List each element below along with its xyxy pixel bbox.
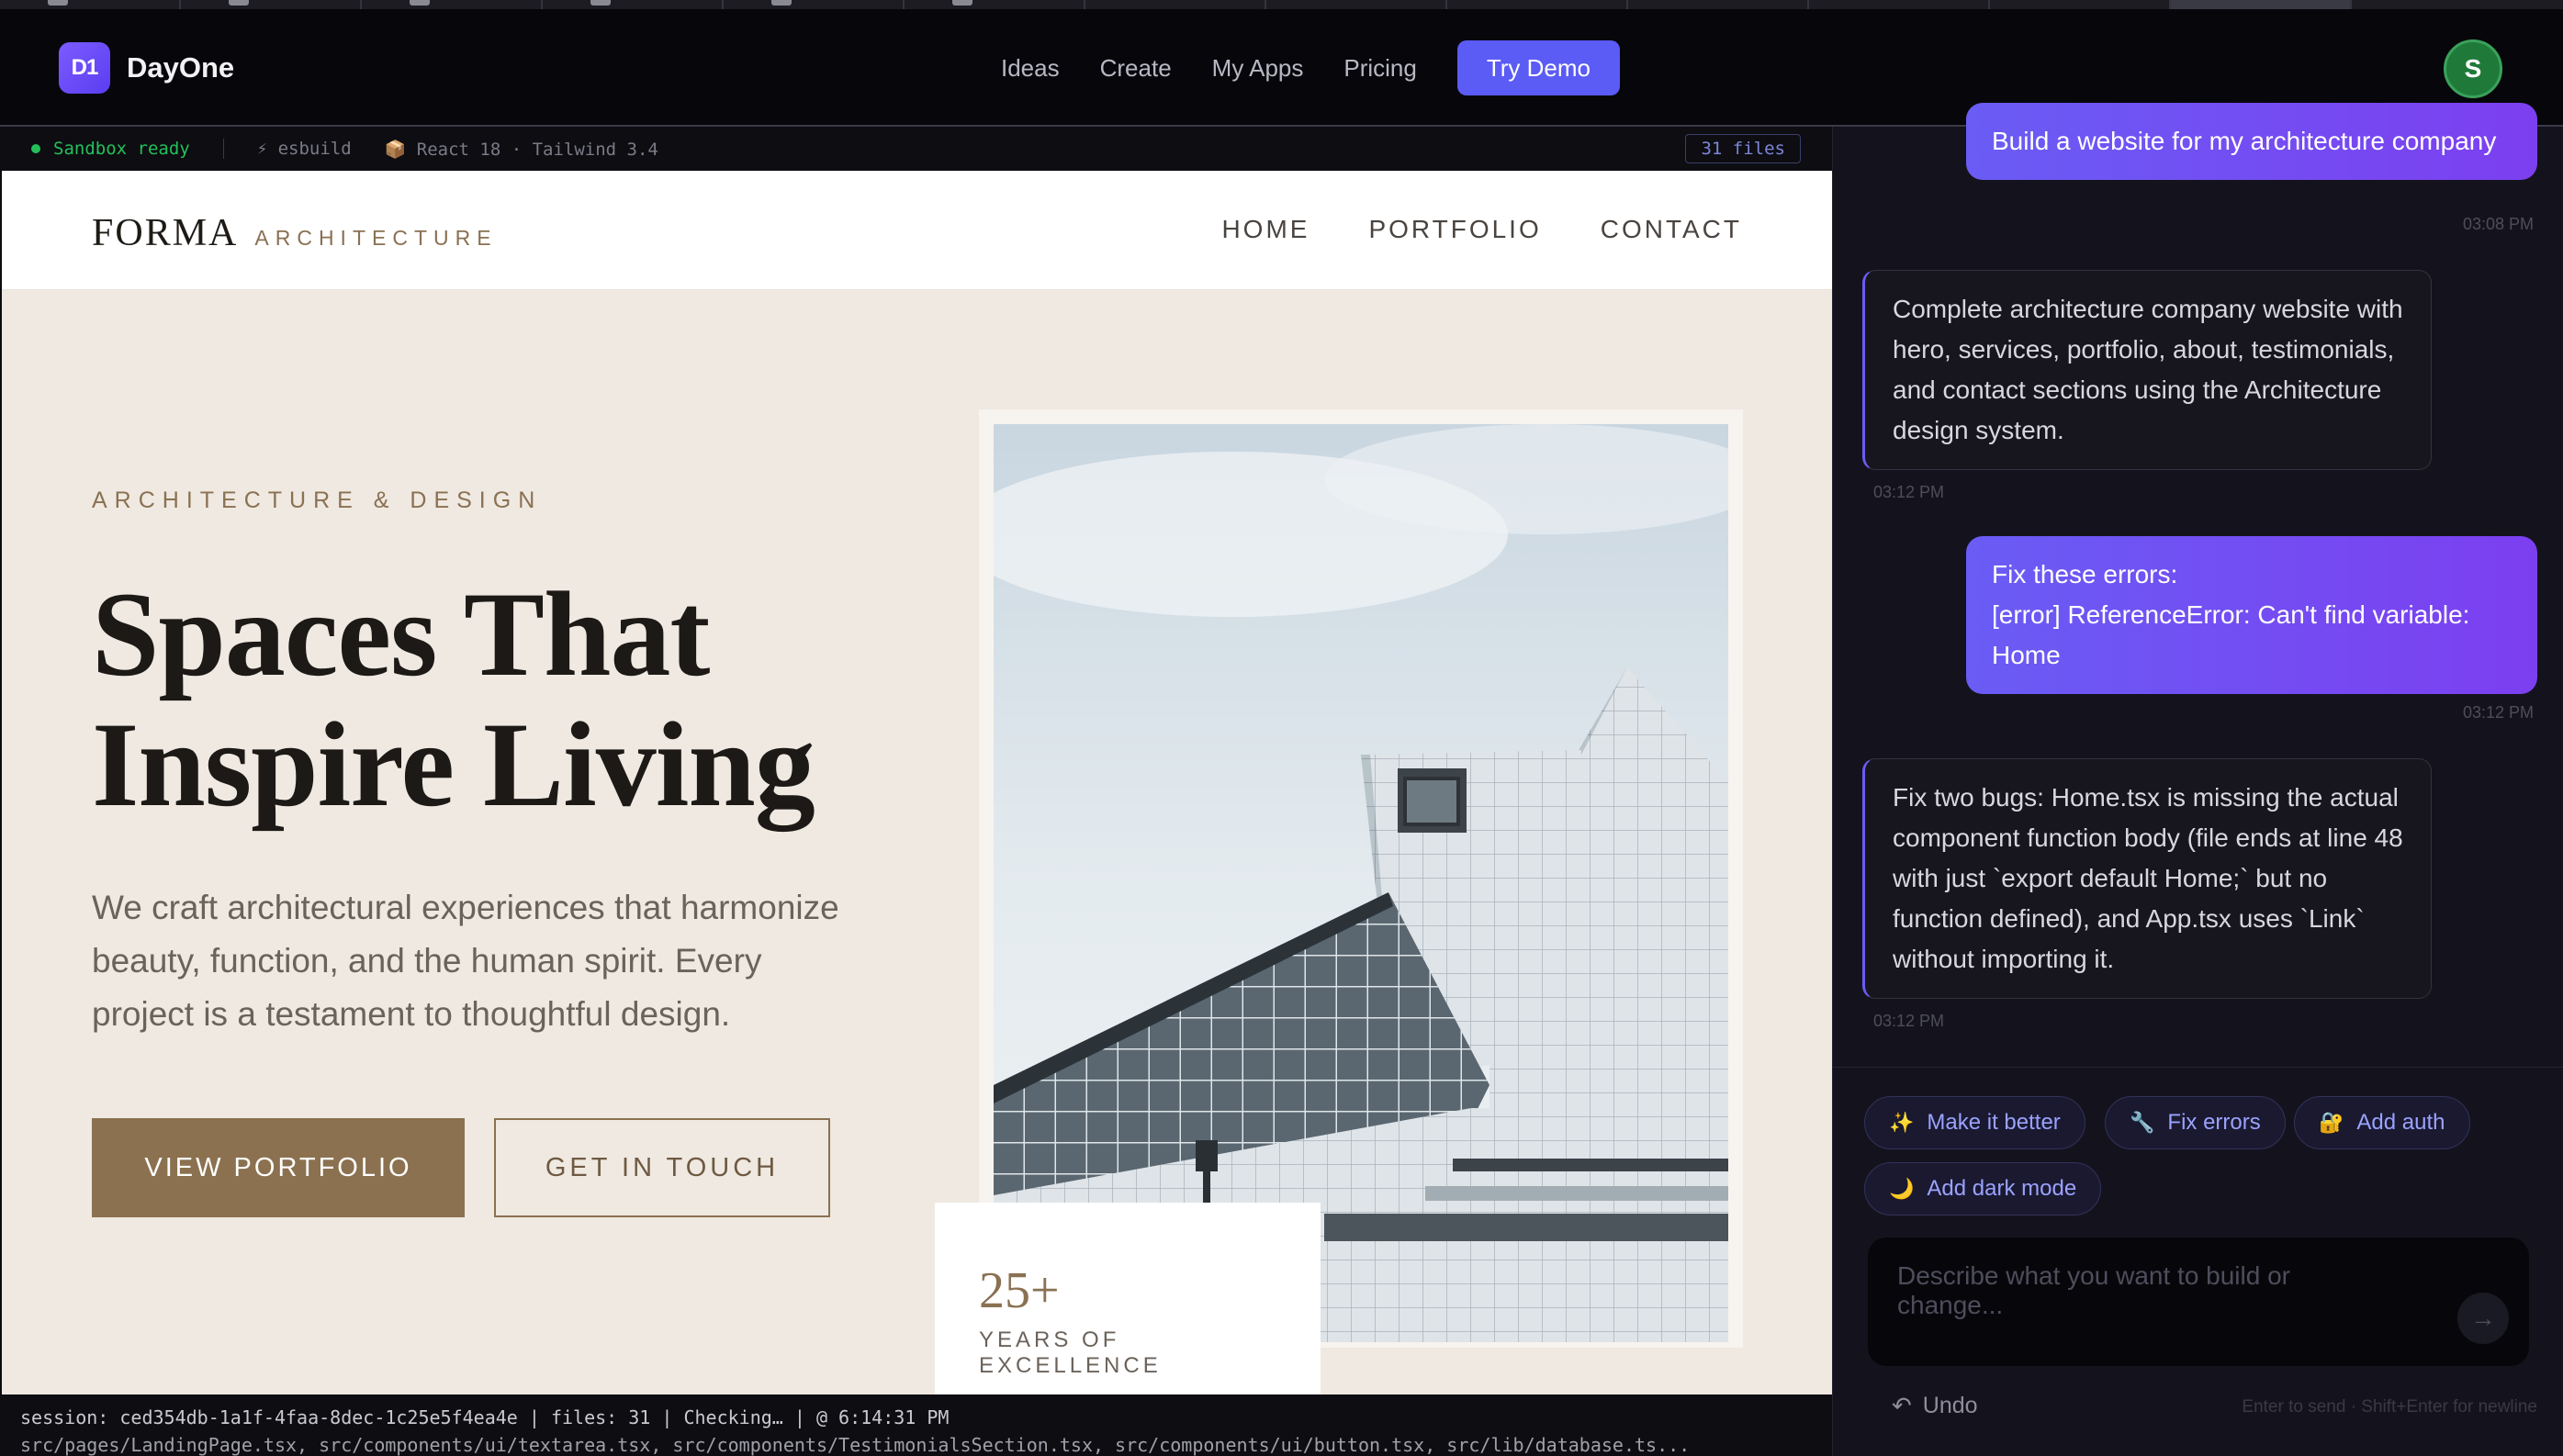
files-count-badge[interactable]: 31 files	[1685, 134, 1801, 163]
moon-icon: 🌙	[1889, 1177, 1915, 1200]
site-nav: HOME PORTFOLIO CONTACT	[1163, 215, 1742, 244]
hero-content: ARCHITECTURE & DESIGN Spaces That Inspir…	[92, 487, 900, 1217]
bundler-label: ⚡ esbuild	[256, 139, 352, 159]
stack-label: 📦 React 18 · Tailwind 3.4	[384, 139, 658, 160]
sparkles-icon: ✨	[1889, 1111, 1915, 1134]
hero-title-line2: Inspire Living	[92, 697, 815, 832]
suggestion-add-dark-mode[interactable]: 🌙 Add dark mode	[1864, 1162, 2102, 1215]
nav-link-create[interactable]: Create	[1100, 54, 1172, 83]
browser-tab[interactable]	[1990, 0, 2171, 9]
chat-message-assistant: Complete architecture company website wi…	[1862, 270, 2432, 470]
chat-composer: →	[1868, 1238, 2529, 1366]
browser-tab[interactable]	[905, 0, 1085, 9]
site-brand[interactable]: FORMA ARCHITECTURE	[92, 211, 498, 255]
divider	[222, 139, 224, 159]
browser-tab[interactable]	[1085, 0, 1266, 9]
app-logo[interactable]: D1 DayOne	[59, 42, 234, 94]
site-nav-portfolio[interactable]: PORTFOLIO	[1368, 215, 1541, 244]
chat-message-text: Fix two bugs: Home.tsx is missing the ac…	[1893, 783, 2403, 973]
status-dot-icon	[31, 144, 40, 153]
site-preview: FORMA ARCHITECTURE HOME PORTFOLIO CONTAC…	[2, 171, 1832, 1394]
brand-subtitle: ARCHITECTURE	[254, 226, 498, 250]
chat-message-text: [error] ReferenceError: Can't find varia…	[1992, 600, 2470, 669]
message-timestamp: 03:12 PM	[2462, 703, 2534, 722]
nav-link-pricing[interactable]: Pricing	[1343, 54, 1416, 83]
chat-message-user: Build a website for my architecture comp…	[1966, 103, 2537, 180]
browser-tab[interactable]	[1809, 0, 1990, 9]
user-avatar[interactable]: S	[2444, 39, 2502, 98]
composer-hint: Enter to send · Shift+Enter for newline	[2242, 1397, 2537, 1417]
message-timestamp: 03:08 PM	[2462, 215, 2534, 233]
chip-label: Add dark mode	[1927, 1176, 2077, 1201]
site-header: FORMA ARCHITECTURE HOME PORTFOLIO CONTAC…	[2, 171, 1832, 290]
view-portfolio-button[interactable]: VIEW PORTFOLIO	[92, 1118, 465, 1217]
suggestion-fix-errors[interactable]: 🔧 Fix errors	[2105, 1096, 2286, 1149]
browser-tab[interactable]	[543, 0, 724, 9]
nav-link-my-apps[interactable]: My Apps	[1212, 54, 1304, 83]
lock-icon: 🔐	[2319, 1111, 2344, 1134]
stat-label: YEARS OF EXCELLENCE	[979, 1327, 1162, 1378]
chat-message-user: Fix these errors: [error] ReferenceError…	[1966, 536, 2537, 694]
browser-tab-active[interactable]	[2171, 0, 2352, 9]
logo-mark-icon: D1	[59, 42, 110, 94]
browser-tab[interactable]	[362, 0, 543, 9]
hero-title-line1: Spaces That	[92, 566, 710, 701]
send-button[interactable]: →	[2457, 1293, 2509, 1344]
message-timestamp: 03:12 PM	[1873, 1012, 1945, 1030]
browser-tab-strip	[0, 0, 2563, 9]
browser-tab[interactable]	[1628, 0, 1809, 9]
prompt-input[interactable]	[1868, 1238, 2419, 1329]
wrench-icon: 🔧	[2130, 1111, 2155, 1134]
sandbox-status: Sandbox ready	[53, 139, 190, 159]
chip-label: Add auth	[2356, 1110, 2445, 1135]
divider	[1833, 1067, 2563, 1068]
undo-icon: ↶	[1892, 1392, 1912, 1419]
try-demo-button[interactable]: Try Demo	[1456, 40, 1621, 95]
undo-label: Undo	[1922, 1393, 1978, 1418]
chat-message-text: Complete architecture company website wi…	[1893, 295, 2403, 444]
site-nav-home[interactable]: HOME	[1221, 215, 1310, 244]
logo-text: DayOne	[127, 51, 235, 84]
hero-title: Spaces That Inspire Living	[92, 569, 900, 830]
hero-eyebrow: ARCHITECTURE & DESIGN	[92, 487, 543, 513]
session-info: session: ced354db-1a1f-4faa-8dec-1c25e5f…	[20, 1406, 950, 1428]
browser-tab[interactable]	[724, 0, 905, 9]
browser-tab[interactable]	[181, 0, 362, 9]
browser-tab[interactable]	[1266, 0, 1447, 9]
stat-card: 25+ YEARS OF EXCELLENCE	[935, 1203, 1321, 1394]
undo-button[interactable]: ↶ Undo	[1892, 1392, 1978, 1420]
sandbox-status-bar: Sandbox ready ⚡ esbuild 📦 React 18 · Tai…	[0, 127, 1832, 171]
suggestion-add-auth[interactable]: 🔐 Add auth	[2294, 1096, 2470, 1149]
changed-files-list: src/pages/LandingPage.tsx, src/component…	[20, 1434, 1691, 1456]
chip-label: Make it better	[1927, 1110, 2061, 1135]
app-nav: Ideas Create My Apps Pricing Try Demo	[1001, 40, 1621, 95]
hero-description: We craft architectural experiences that …	[92, 889, 839, 1033]
stat-value: 25+	[979, 1262, 1060, 1319]
hero-buttons: VIEW PORTFOLIO GET IN TOUCH	[92, 1118, 900, 1217]
nav-link-ideas[interactable]: Ideas	[1001, 54, 1060, 83]
chip-label: Fix errors	[2167, 1110, 2261, 1135]
browser-tab[interactable]	[1447, 0, 1628, 9]
arrow-right-icon: →	[2470, 1304, 2496, 1332]
suggestion-make-it-better[interactable]: ✨ Make it better	[1864, 1096, 2085, 1149]
chat-message-text: Fix these errors:	[1992, 560, 2178, 588]
site-nav-contact[interactable]: CONTACT	[1601, 215, 1742, 244]
session-status-bar: session: ced354db-1a1f-4faa-8dec-1c25e5f…	[0, 1394, 1832, 1456]
chat-message-text: Build a website for my architecture comp…	[1992, 127, 2497, 155]
chat-message-assistant: Fix two bugs: Home.tsx is missing the ac…	[1862, 758, 2432, 999]
browser-tab[interactable]	[0, 0, 181, 9]
get-in-touch-button[interactable]: GET IN TOUCH	[494, 1118, 830, 1217]
chat-panel: Build a website for my architecture comp…	[1832, 103, 2563, 1456]
message-timestamp: 03:12 PM	[1873, 483, 1945, 501]
brand-name: FORMA	[92, 212, 239, 254]
